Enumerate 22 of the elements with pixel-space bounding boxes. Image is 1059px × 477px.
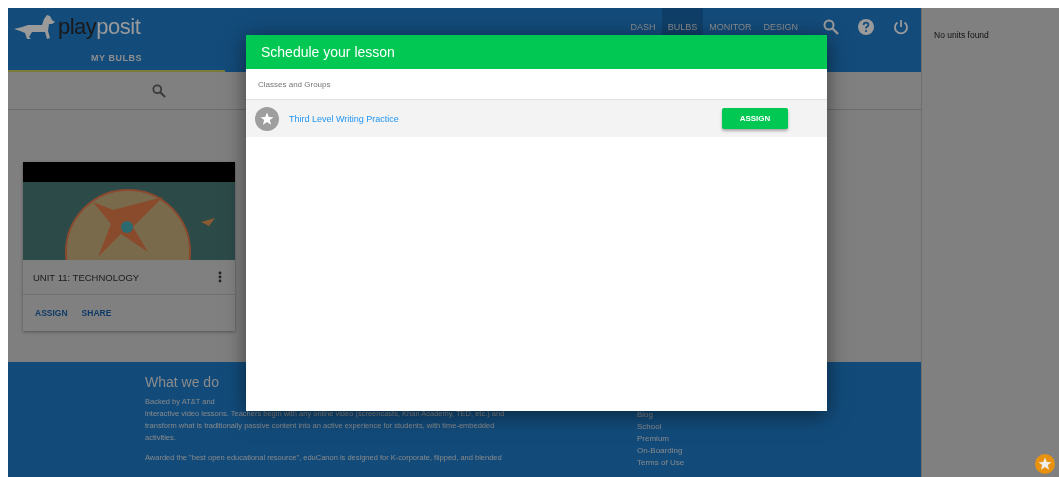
card-action-link[interactable]: ASSIGN xyxy=(35,308,68,318)
search-icon[interactable] xyxy=(823,18,839,35)
empty-message: No units found xyxy=(934,30,989,40)
dialog-title: Schedule your lesson xyxy=(261,44,395,60)
card-title: UNIT 11: TECHNOLOGY xyxy=(33,271,140,283)
logo-text[interactable]: play xyxy=(58,13,97,40)
footer-link[interactable]: Premium xyxy=(637,433,685,445)
assign-button[interactable]: ASSIGN xyxy=(722,108,788,129)
footer-link[interactable]: On-Boarding xyxy=(637,445,685,457)
card-action-link[interactable]: SHARE xyxy=(81,308,112,318)
section-label: Classes and Groups xyxy=(258,79,331,89)
help-icon[interactable] xyxy=(858,18,874,35)
group-link[interactable]: Third Level Writing Practice xyxy=(289,113,722,124)
logo-text[interactable]: posit xyxy=(96,13,141,40)
star-badge-icon[interactable] xyxy=(1034,453,1056,475)
footer-link[interactable]: Terms of Use xyxy=(637,457,685,469)
power-icon[interactable] xyxy=(893,18,909,35)
footer-link[interactable]: Blog xyxy=(637,409,685,421)
footer-heading: What we do xyxy=(145,374,220,390)
search-icon[interactable] xyxy=(152,83,166,98)
more-options-icon[interactable] xyxy=(218,271,222,283)
footer-link[interactable]: School xyxy=(637,421,685,433)
